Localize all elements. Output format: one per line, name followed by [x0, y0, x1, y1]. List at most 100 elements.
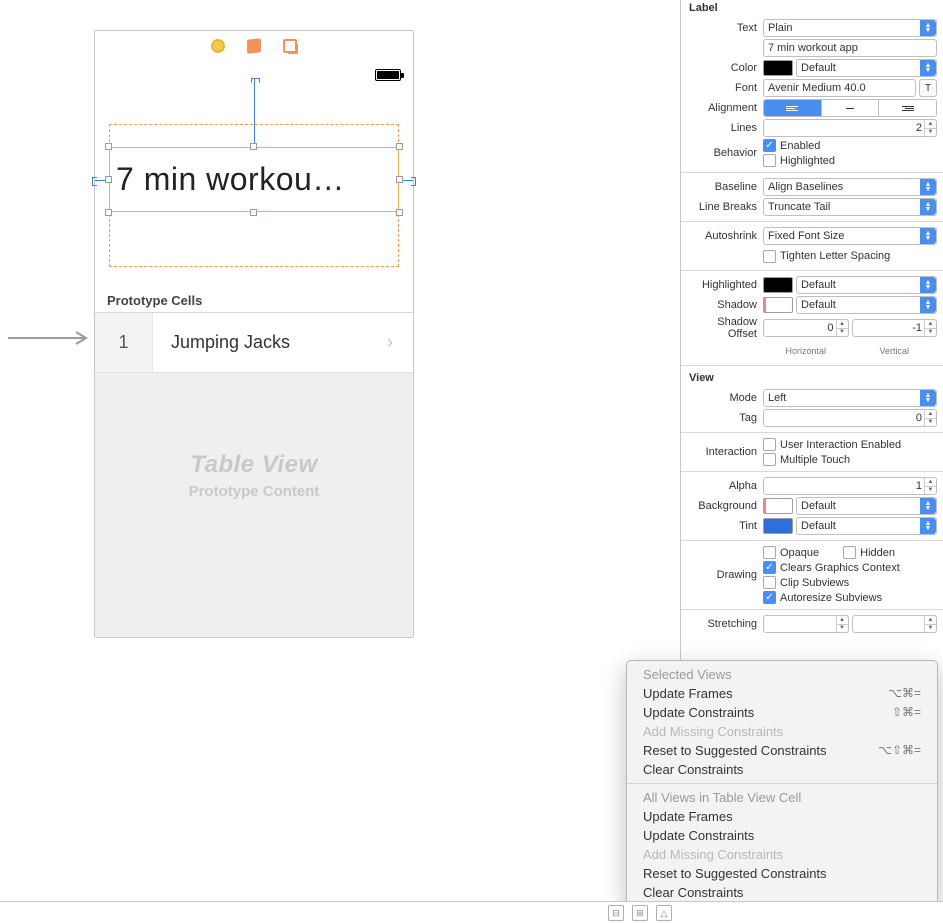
alpha-stepper[interactable]: 1▲▼ [763, 477, 937, 495]
selected-label[interactable]: 7 min workou… [109, 147, 399, 212]
tint-select[interactable]: Default▲▼ [796, 517, 937, 535]
menu-update-frames[interactable]: Update Frames⌥⌘= [627, 684, 937, 703]
color-swatch[interactable] [763, 518, 793, 534]
checkbox-label: Tighten Letter Spacing [780, 250, 890, 262]
color-swatch[interactable] [763, 297, 793, 313]
color-swatch[interactable] [763, 60, 793, 76]
stepper-arrows-icon[interactable]: ▲▼ [836, 616, 848, 632]
field-value: 0 [768, 412, 922, 424]
chevron-updown-icon: ▲▼ [920, 277, 936, 293]
shadow-h-stepper[interactable]: 0▲▼ [763, 319, 849, 337]
resize-handle[interactable] [105, 176, 112, 183]
menu-shortcut: ⌥⇧⌘= [878, 743, 921, 758]
resolve-tool-icon[interactable]: △ [656, 905, 672, 921]
cgc-checkbox[interactable]: ✓Clears Graphics Context [763, 561, 900, 574]
checkbox-label: Highlighted [780, 155, 835, 167]
menu-g2-clear[interactable]: Clear Constraints [627, 883, 937, 902]
linebreaks-select[interactable]: Truncate Tail▲▼ [763, 198, 937, 216]
menu-clear[interactable]: Clear Constraints [627, 760, 937, 779]
field-value: Avenir Medium 40.0 [768, 82, 866, 94]
menu-label: Reset to Suggested Constraints [643, 866, 827, 881]
title-label[interactable]: 7 min workou… [109, 147, 399, 212]
resize-handle[interactable] [105, 209, 112, 216]
menu-reset[interactable]: Reset to Suggested Constraints⌥⇧⌘= [627, 741, 937, 760]
chevron-updown-icon: ▲▼ [920, 390, 936, 406]
tighten-checkbox[interactable]: Tighten Letter Spacing [763, 250, 890, 263]
table-placeholder: Table View Prototype Content [95, 373, 413, 500]
color-swatch[interactable] [763, 277, 793, 293]
chevron-updown-icon: ▲▼ [920, 20, 936, 36]
clip-checkbox[interactable]: Clip Subviews [763, 576, 849, 589]
menu-g2-update-constraints[interactable]: Update Constraints [627, 826, 937, 845]
uie-checkbox[interactable]: User Interaction Enabled [763, 438, 901, 451]
table-row[interactable]: 1 Jumping Jacks › [95, 313, 413, 373]
checkbox-label: Enabled [780, 140, 820, 152]
chevron-updown-icon: ▲▼ [920, 518, 936, 534]
color-select[interactable]: Default ▲▼ [796, 59, 937, 77]
resize-handle[interactable] [396, 176, 403, 183]
stretch-x-stepper[interactable]: ▲▼ [763, 615, 849, 633]
prototype-cells-header: Prototype Cells [95, 289, 413, 313]
device-frame[interactable]: 7 min workou… Prototype Cells 1 Jumping … [94, 30, 414, 638]
scene-icon-cube[interactable] [245, 37, 263, 55]
stretch-y-stepper[interactable]: ▲▼ [852, 615, 938, 633]
checkbox-label: Hidden [860, 547, 895, 559]
text-mode-select[interactable]: Plain ▲▼ [763, 19, 937, 37]
resize-handle[interactable] [105, 143, 112, 150]
resize-handle[interactable] [396, 209, 403, 216]
highlighted-color-select[interactable]: Default▲▼ [796, 276, 937, 294]
tag-stepper[interactable]: 0▲▼ [763, 409, 937, 427]
align-left-button[interactable] [764, 100, 822, 116]
select-value: Left [768, 392, 786, 404]
stepper-arrows-icon[interactable]: ▲▼ [924, 478, 936, 494]
pin-tool-icon[interactable]: ⊞ [632, 905, 648, 921]
align-tool-icon[interactable]: ⊟ [608, 905, 624, 921]
text-value-field[interactable]: 7 min workout app [763, 39, 937, 57]
table-view[interactable]: 1 Jumping Jacks › Table View Prototype C… [95, 313, 413, 637]
color-swatch[interactable] [763, 498, 793, 514]
align-right-button[interactable] [879, 100, 936, 116]
autoshrink-select[interactable]: Fixed Font Size▲▼ [763, 227, 937, 245]
stepper-arrows-icon[interactable]: ▲▼ [924, 320, 936, 336]
resize-handle[interactable] [396, 143, 403, 150]
menu-update-constraints[interactable]: Update Constraints⇧⌘= [627, 703, 937, 722]
stepper-arrows-icon[interactable]: ▲▼ [924, 120, 936, 136]
constraints-menu[interactable]: Selected Views Update Frames⌥⌘= Update C… [626, 660, 938, 907]
font-field[interactable]: Avenir Medium 40.0 [763, 79, 916, 97]
chevron-updown-icon: ▲▼ [920, 498, 936, 514]
field-label: Autoshrink [687, 230, 763, 242]
field-label: Mode [687, 392, 763, 404]
menu-label: Update Frames [643, 809, 733, 824]
autoresize-checkbox[interactable]: ✓Autoresize Subviews [763, 591, 882, 604]
font-picker-button[interactable]: T [919, 79, 937, 97]
checkbox-label: User Interaction Enabled [780, 439, 901, 451]
mode-select[interactable]: Left ▲▼ [763, 389, 937, 407]
shadow-v-stepper[interactable]: -1▲▼ [852, 319, 938, 337]
menu-label: Update Frames [643, 686, 733, 701]
lines-stepper[interactable]: 2 ▲▼ [763, 119, 937, 137]
enabled-checkbox[interactable]: ✓Enabled [763, 139, 820, 152]
stepper-arrows-icon[interactable]: ▲▼ [924, 410, 936, 426]
alignment-segmented[interactable] [763, 99, 937, 117]
opaque-checkbox[interactable]: Opaque [763, 546, 819, 559]
hidden-checkbox[interactable]: Hidden [843, 546, 895, 559]
field-label: Behavior [687, 147, 763, 159]
background-select[interactable]: Default▲▼ [796, 497, 937, 515]
menu-g2-update-frames[interactable]: Update Frames [627, 807, 937, 826]
menu-label: Update Constraints [643, 828, 754, 843]
highlighted-checkbox[interactable]: Highlighted [763, 154, 835, 167]
menu-g2-reset[interactable]: Reset to Suggested Constraints [627, 864, 937, 883]
checkbox-label: Clears Graphics Context [780, 562, 900, 574]
stepper-arrows-icon[interactable]: ▲▼ [836, 320, 848, 336]
align-center-button[interactable] [822, 100, 880, 116]
baseline-select[interactable]: Align Baselines▲▼ [763, 178, 937, 196]
constraint-tools: ⊟ ⊞ △ [608, 905, 672, 921]
section-view: View [681, 370, 943, 388]
resize-handle[interactable] [250, 143, 257, 150]
scene-icon-circle[interactable] [209, 37, 227, 55]
stepper-arrows-icon[interactable]: ▲▼ [924, 616, 936, 632]
resize-handle[interactable] [250, 209, 257, 216]
scene-icon-exit[interactable] [281, 37, 299, 55]
shadow-color-select[interactable]: Default▲▼ [796, 296, 937, 314]
multitouch-checkbox[interactable]: Multiple Touch [763, 453, 850, 466]
